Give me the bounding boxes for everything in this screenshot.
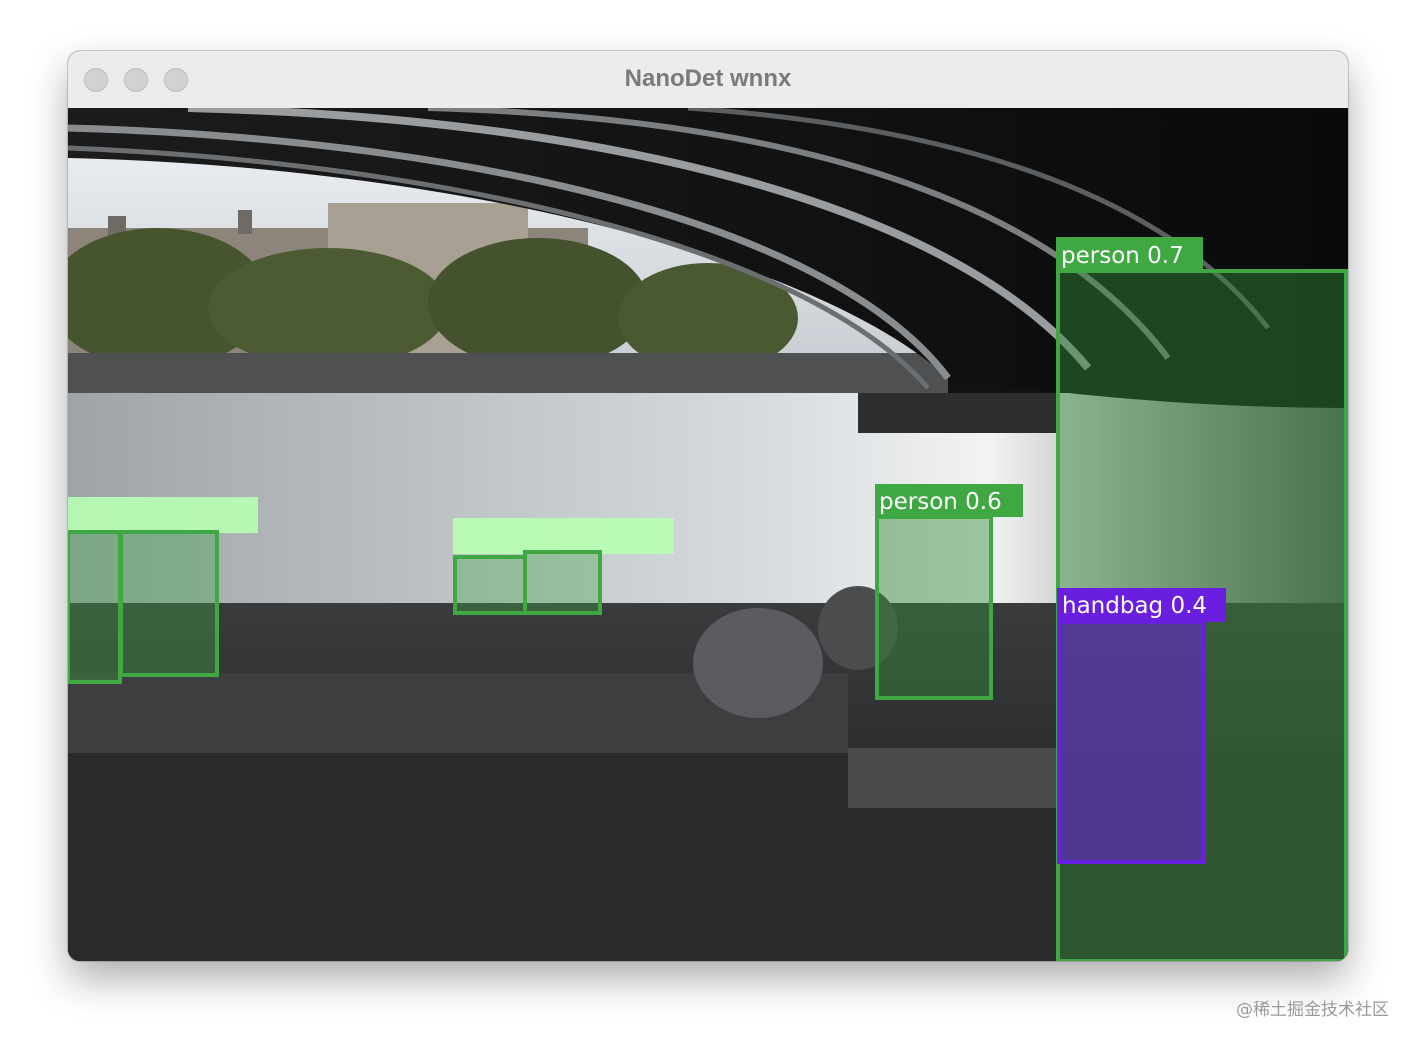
title-bar[interactable]: NanoDet wnnx <box>68 51 1348 109</box>
bbox-handbag <box>1057 620 1206 864</box>
label-bar-people-left <box>68 497 258 533</box>
bbox-swan-2 <box>523 550 602 615</box>
window-title: NanoDet wnnx <box>624 65 792 92</box>
bbox-person-small <box>875 515 993 700</box>
label-person-large: person 0.7 <box>1061 243 1184 269</box>
watermark-text: @稀土掘金技术社区 <box>1236 1000 1389 1020</box>
label-person-small: person 0.6 <box>879 489 1002 515</box>
label-bar-swan <box>453 518 674 554</box>
detection-canvas: person 0.7 person 0.6 handbag 0.4 <box>68 108 1348 961</box>
app-window: NanoDet wnnx person 0.7 person 0.6 handb… <box>68 51 1348 961</box>
bbox-person-left-1 <box>68 530 122 684</box>
label-handbag: handbag 0.4 <box>1062 593 1207 619</box>
bbox-person-left-2 <box>119 530 219 677</box>
detection-handbag: handbag 0.4 <box>1057 588 1226 864</box>
bbox-swan-1 <box>453 555 527 615</box>
